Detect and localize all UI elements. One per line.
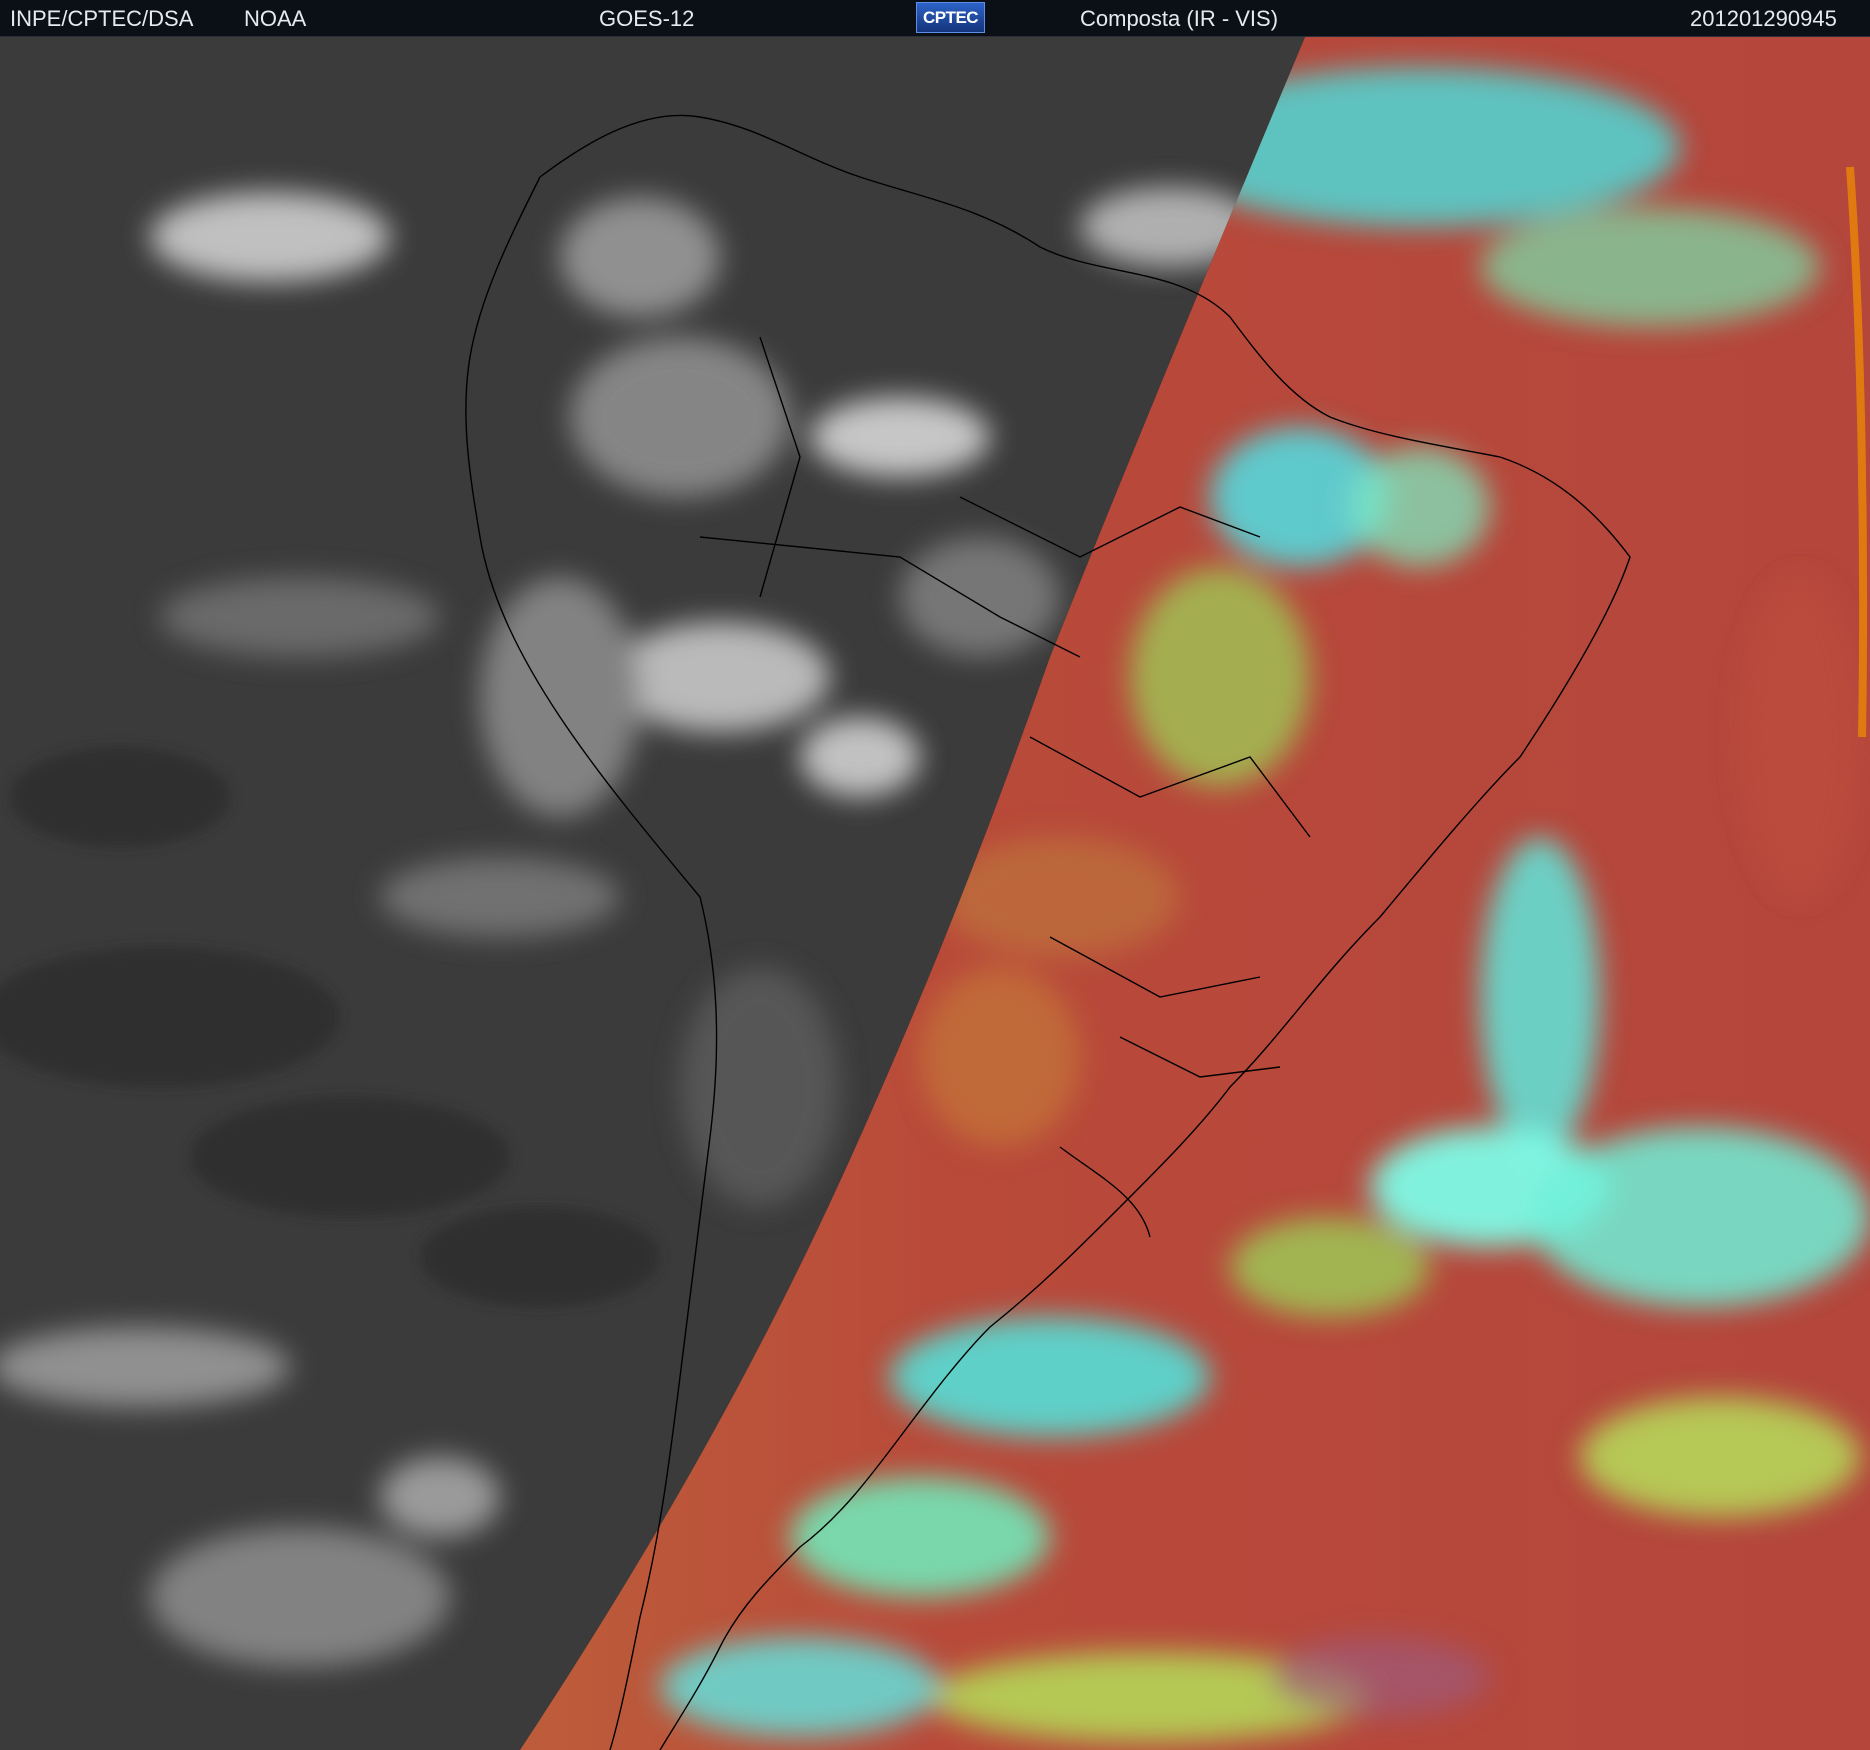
satellite-image [0, 37, 1870, 1750]
source-label: NOAA [244, 6, 307, 31]
timestamp-label: 201201290945 [1690, 6, 1837, 31]
satellite-label: GOES-12 [599, 6, 695, 31]
cptec-logo: CPTEC [916, 2, 985, 33]
header-bar: INPE/CPTEC/DSA NOAA GOES-12 CPTEC Compos… [0, 0, 1870, 37]
product-label: Composta (IR - VIS) [1080, 6, 1279, 31]
composite-image-svg [0, 37, 1870, 1750]
agency-label: INPE/CPTEC/DSA [10, 6, 194, 31]
